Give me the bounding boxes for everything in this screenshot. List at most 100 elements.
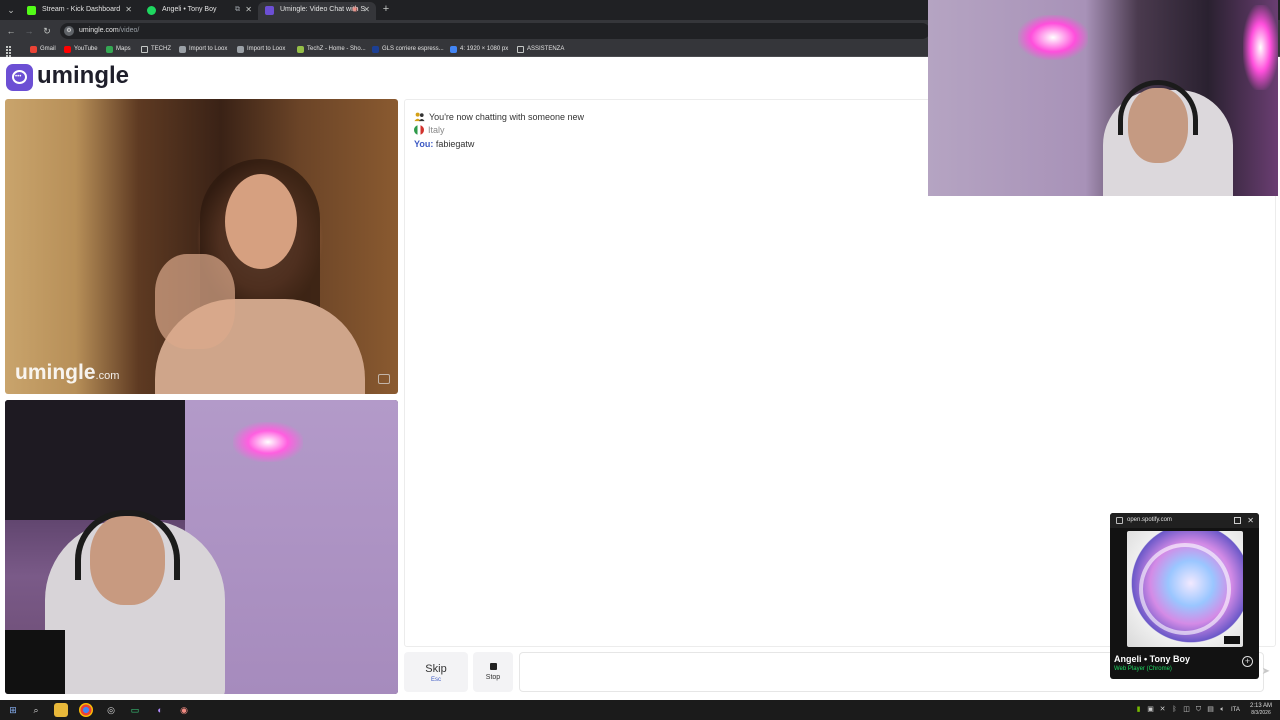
microphone xyxy=(5,630,65,694)
chrome-icon[interactable] xyxy=(79,703,93,717)
tray-icon[interactable]: ✕ xyxy=(1158,705,1167,714)
bookmark-label: TechZ - Home - Sho... xyxy=(307,46,366,52)
back-icon[interactable]: ← xyxy=(4,24,18,38)
skip-button[interactable]: Skip Esc xyxy=(404,652,468,692)
close-icon[interactable]: ✕ xyxy=(125,2,132,18)
system-message: You're now chatting with someone new xyxy=(414,111,584,122)
spotify-mini-player: open.spotify.com ✕ Angeli • Tony Boy Web… xyxy=(1110,513,1259,679)
stop-button[interactable]: Stop xyxy=(473,652,513,692)
close-icon[interactable]: ✕ xyxy=(245,2,252,18)
close-icon[interactable]: ✕ xyxy=(1247,513,1254,528)
forward-icon[interactable]: → xyxy=(22,24,36,38)
taskbar: ⊞ ⌕ ◎ ▭ ◐ ◉ ▮ ▣ ✕ ᛒ ◫ ⛉ ▤ 🔈︎ ITA 2:13 AM… xyxy=(0,700,1280,720)
apps-icon[interactable] xyxy=(6,46,14,60)
report-icon[interactable] xyxy=(378,374,390,384)
neon-sign xyxy=(1243,5,1278,90)
streamer-webcam-overlay xyxy=(928,0,1278,196)
italy-flag-icon xyxy=(414,125,424,135)
expand-icon[interactable] xyxy=(1234,517,1241,524)
folder-icon xyxy=(141,46,148,53)
neon-sign xyxy=(233,422,303,462)
windows-start-icon[interactable]: ⊞ xyxy=(6,703,20,717)
skip-label: Skip xyxy=(425,663,447,675)
umingle-icon xyxy=(265,6,274,15)
bookmark-item[interactable]: ASSISTENZA xyxy=(517,42,564,57)
parental-advisory-icon xyxy=(1224,636,1240,644)
bookmark-item[interactable]: Import to Loox xyxy=(179,42,227,57)
self-video xyxy=(5,400,398,694)
tab-spotify[interactable]: Angeli • Tony Boy ⧉ ✕ xyxy=(140,2,258,20)
bookmark-label: TECHZ xyxy=(151,46,171,52)
file-explorer-icon[interactable] xyxy=(54,703,68,717)
bookmark-label: Maps xyxy=(116,46,131,52)
kick-icon xyxy=(27,6,36,15)
add-icon[interactable]: + xyxy=(1242,656,1253,667)
tray-icon[interactable]: ▣ xyxy=(1146,705,1155,714)
bookmark-item[interactable]: GLS corriere espress... xyxy=(372,42,444,57)
people-icon xyxy=(414,112,425,122)
spotify-icon xyxy=(147,6,156,15)
tab-kick-dashboard[interactable]: Stream - Kick Dashboard ✕ xyxy=(20,2,138,20)
terminal-icon[interactable]: ▭ xyxy=(128,703,142,717)
tab-title: Stream - Kick Dashboard xyxy=(42,6,121,13)
bookmark-item[interactable]: Gmail xyxy=(30,42,56,57)
recorder-icon[interactable]: ◉ xyxy=(177,703,191,717)
chat-bubble-icon: ••• xyxy=(6,64,33,91)
clock[interactable]: 2:13 AM 8/3/2026 xyxy=(1246,702,1276,717)
headset xyxy=(1118,80,1198,135)
obs-icon[interactable]: ◎ xyxy=(104,703,118,717)
bookmark-item[interactable]: Maps xyxy=(106,42,131,57)
bookmark-favicon-icon xyxy=(237,46,244,53)
playback-source: Web Player (Chrome) xyxy=(1114,666,1172,672)
mini-player-site: open.spotify.com xyxy=(1127,517,1172,523)
url-text[interactable]: umingle.com/video/ xyxy=(79,23,139,39)
volume-icon[interactable]: 🔈︎ xyxy=(1218,705,1227,714)
clock-date: 8/3/2026 xyxy=(1251,710,1271,716)
bookmark-favicon-icon xyxy=(106,46,113,53)
bookmark-label: Import to Loox xyxy=(189,46,228,52)
bookmark-label: Import to Loox xyxy=(247,46,286,52)
skip-shortcut: Esc xyxy=(430,677,441,683)
bookmark-item[interactable]: YouTube xyxy=(64,42,98,57)
logo-text: umingle xyxy=(37,62,130,89)
bookmark-favicon-icon xyxy=(450,46,457,53)
send-icon[interactable]: ➤ xyxy=(1262,666,1270,677)
headset xyxy=(75,510,180,580)
tab-umingle[interactable]: Umingle: Video Chat with S ◉ ✕ xyxy=(258,2,376,20)
bookmark-favicon-icon xyxy=(297,46,304,53)
bluetooth-icon[interactable]: ᛒ xyxy=(1170,705,1179,714)
reload-icon[interactable]: ↻ xyxy=(40,24,54,38)
clock-time: 2:13 AM xyxy=(1249,703,1272,709)
tray-icon[interactable]: ◫ xyxy=(1182,705,1191,714)
stop-label: Stop xyxy=(485,674,501,681)
bookmark-item[interactable]: Import to Loox xyxy=(237,42,285,57)
chat-message: You: fabiegatw xyxy=(414,139,475,149)
folder-icon xyxy=(517,46,524,53)
site-info-icon[interactable]: ⚙ xyxy=(64,26,74,36)
stranger-country: Italy xyxy=(414,125,445,135)
bookmark-label: GLS corriere espress... xyxy=(382,46,444,52)
album-art xyxy=(1127,531,1243,647)
address-bar[interactable]: ⚙ umingle.com/video/ xyxy=(60,23,930,39)
search-icon[interactable]: ⌕ xyxy=(29,703,43,717)
neon-sign xyxy=(1018,15,1088,60)
bookmark-favicon-icon xyxy=(372,46,379,53)
bookmark-item[interactable]: TECHZ xyxy=(141,42,171,57)
bookmark-label: YouTube xyxy=(74,46,98,52)
tab-search-icon[interactable]: ⌄ xyxy=(4,3,18,17)
bookmark-label: 4: 1920 × 1080 px xyxy=(460,46,509,52)
close-icon[interactable]: ✕ xyxy=(363,2,370,18)
window-icon xyxy=(1116,517,1123,524)
umingle-watermark: umingle.com xyxy=(15,361,120,384)
app-icon[interactable]: ◐ xyxy=(153,703,167,717)
recording-icon: ◉ xyxy=(351,6,358,13)
bookmark-label: Gmail xyxy=(40,46,56,52)
bookmark-item[interactable]: 4: 1920 × 1080 px xyxy=(450,42,508,57)
nvidia-icon[interactable]: ▮ xyxy=(1134,705,1143,714)
language-indicator[interactable]: ITA xyxy=(1231,700,1240,720)
new-tab-button[interactable]: + xyxy=(379,2,393,16)
bookmark-item[interactable]: TechZ - Home - Sho... xyxy=(297,42,366,57)
tab-title: Angeli • Tony Boy xyxy=(162,6,217,13)
network-icon[interactable]: ▤ xyxy=(1206,705,1215,714)
shield-icon[interactable]: ⛉ xyxy=(1194,705,1203,714)
